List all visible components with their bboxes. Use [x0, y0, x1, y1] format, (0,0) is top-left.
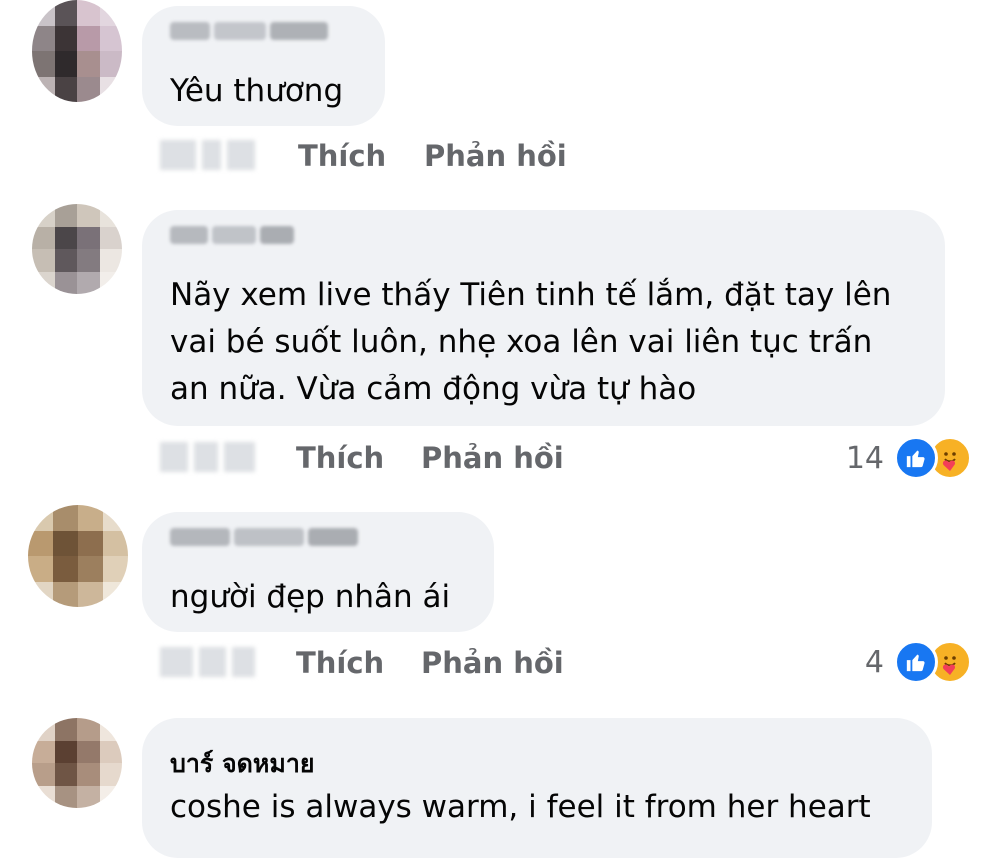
reply-button[interactable]: Phản hồi [424, 136, 567, 176]
avatar[interactable] [32, 204, 122, 294]
comment-text: người đẹp nhân ái [170, 579, 451, 615]
comment-bubble: Nãy xem live thấy Tiên tinh tế lắm, đặt … [142, 210, 945, 426]
like-icon [894, 640, 938, 684]
reply-button[interactable]: Phản hồi [421, 643, 564, 683]
reaction-count: 14 [845, 440, 884, 476]
comment-bubble: บาร์ จดหมาย coshe is always warm, i feel… [142, 718, 932, 858]
avatar[interactable] [32, 0, 122, 102]
author-name[interactable]: บาร์ จดหมาย [170, 744, 315, 784]
like-button[interactable]: Thích [296, 438, 384, 478]
comments-page: { "comments": [ { "text_lines": ["Yêu th… [0, 0, 1000, 858]
like-button[interactable]: Thích [298, 136, 386, 176]
reaction-count: 4 [864, 644, 884, 680]
comment-bubble: người đẹp nhân ái [142, 512, 494, 632]
comment-text: coshe is always warm, i feel it from her… [170, 789, 871, 825]
author-name-blurred[interactable] [170, 226, 294, 246]
comment-bubble: Yêu thương [142, 6, 385, 126]
timestamp-blurred[interactable] [160, 442, 256, 472]
author-name-blurred[interactable] [170, 528, 358, 548]
comment-text-line: Nãy xem live thấy Tiên tinh tế lắm, đặt … [170, 277, 892, 313]
comment-text-line: an nữa. Vừa cảm động vừa tự hào [170, 371, 697, 407]
timestamp-blurred[interactable] [160, 140, 255, 170]
reply-button[interactable]: Phản hồi [421, 438, 564, 478]
comment-text-line: vai bé suốt luôn, nhẹ xoa lên vai liên t… [170, 324, 873, 360]
timestamp-blurred[interactable] [160, 647, 255, 677]
reactions-summary[interactable]: 4 [865, 640, 972, 684]
author-name-blurred[interactable] [170, 22, 328, 42]
comment-text: Yêu thương [170, 73, 344, 109]
reactions-summary[interactable]: 14 [846, 436, 972, 480]
avatar[interactable] [28, 505, 128, 607]
like-button[interactable]: Thích [296, 643, 384, 683]
avatar[interactable] [32, 718, 122, 808]
like-icon [894, 436, 938, 480]
